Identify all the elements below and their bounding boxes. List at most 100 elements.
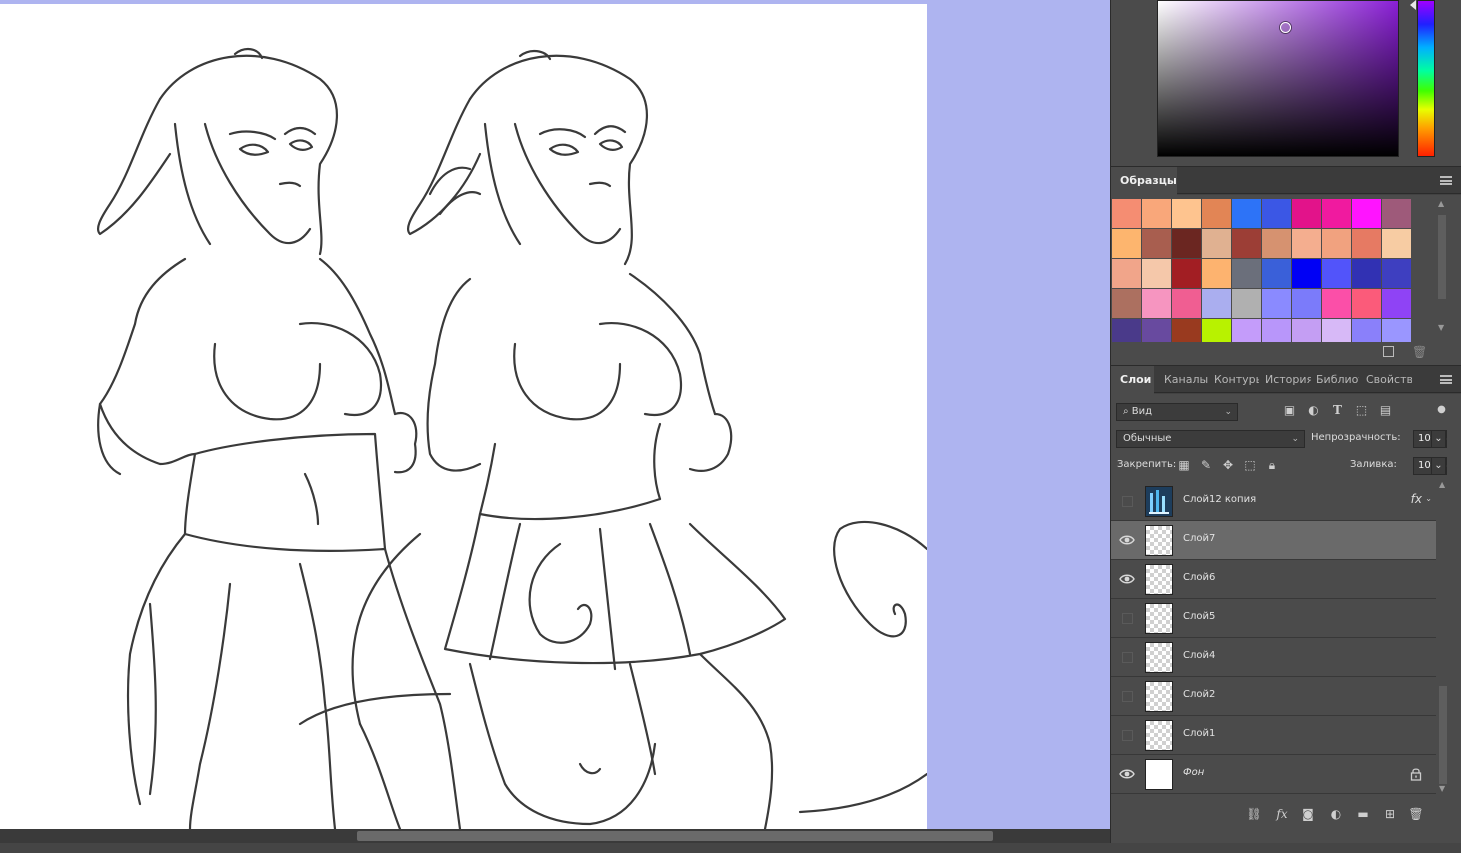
color-swatch[interactable] <box>1202 289 1231 318</box>
type-filter-icon[interactable]: T <box>1331 404 1344 416</box>
color-swatch[interactable] <box>1352 259 1381 288</box>
new-swatch-icon[interactable] <box>1383 346 1394 357</box>
chevron-down-icon[interactable]: ⌄ <box>1425 494 1432 503</box>
fx-icon[interactable]: fx <box>1274 806 1290 822</box>
smart-object-filter-icon[interactable]: ▤ <box>1379 404 1392 416</box>
adjustment-layer-icon[interactable]: ◐ <box>1328 806 1344 822</box>
blend-mode-select[interactable]: Обычные ⌄ <box>1116 430 1305 448</box>
color-swatch[interactable] <box>1382 229 1411 258</box>
color-swatch[interactable] <box>1352 229 1381 258</box>
color-swatch[interactable] <box>1292 319 1321 342</box>
eye-icon[interactable] <box>1119 767 1135 781</box>
color-swatch[interactable] <box>1232 319 1261 342</box>
color-swatch[interactable] <box>1172 319 1201 342</box>
layer-row[interactable]: Слой2 <box>1111 677 1436 716</box>
tab-layers[interactable]: Слои <box>1111 366 1154 394</box>
color-swatch[interactable] <box>1172 259 1201 288</box>
color-swatch[interactable] <box>1172 289 1201 318</box>
color-swatch[interactable] <box>1292 289 1321 318</box>
color-swatch[interactable] <box>1322 229 1351 258</box>
lock-position-icon[interactable]: ✥ <box>1221 458 1235 472</box>
visibility-toggle[interactable] <box>1119 689 1135 703</box>
eye-icon[interactable] <box>1119 533 1135 547</box>
color-swatch[interactable] <box>1262 259 1291 288</box>
tab-history[interactable]: История <box>1261 366 1311 394</box>
color-swatch[interactable] <box>1292 229 1321 258</box>
layer-row[interactable]: Слой12 копия fx ⌄ <box>1111 482 1436 521</box>
color-swatch[interactable] <box>1202 229 1231 258</box>
document-canvas[interactable] <box>0 4 927 829</box>
color-swatch[interactable] <box>1322 259 1351 288</box>
new-group-icon[interactable]: ▬ <box>1355 806 1371 822</box>
visibility-toggle[interactable] <box>1119 650 1135 664</box>
color-marker[interactable] <box>1280 22 1291 33</box>
color-swatch[interactable] <box>1142 229 1171 258</box>
image-filter-icon[interactable]: ▣ <box>1283 404 1296 416</box>
lock-transparency-icon[interactable]: ▦ <box>1177 458 1191 472</box>
color-swatch[interactable] <box>1262 199 1291 228</box>
color-swatch[interactable] <box>1202 259 1231 288</box>
layer-effects-icon[interactable]: fx <box>1411 492 1422 506</box>
color-swatch[interactable] <box>1112 229 1141 258</box>
layer-row[interactable]: Фон <box>1111 755 1436 794</box>
scroll-down-icon[interactable]: ▼ <box>1439 784 1445 793</box>
lock-artboard-icon[interactable]: ⬚ <box>1243 458 1257 472</box>
scrollbar-thumb[interactable] <box>1438 215 1446 299</box>
hue-slider[interactable] <box>1417 0 1435 157</box>
filter-toggle-icon[interactable]: ● <box>1435 404 1448 416</box>
color-swatch[interactable] <box>1202 319 1231 342</box>
visibility-toggle[interactable] <box>1119 728 1135 742</box>
swatches-scrollbar[interactable]: ▲ ▼ <box>1438 199 1446 333</box>
scroll-down-icon[interactable]: ▼ <box>1438 323 1444 332</box>
layer-row[interactable]: Слой1 <box>1111 716 1436 755</box>
color-swatch[interactable] <box>1142 259 1171 288</box>
add-mask-icon[interactable]: ◙ <box>1300 806 1316 822</box>
color-swatch[interactable] <box>1112 259 1141 288</box>
delete-layer-icon[interactable]: 🗑 <box>1408 806 1424 822</box>
color-swatch[interactable] <box>1382 289 1411 318</box>
scrollbar-thumb[interactable] <box>357 831 993 841</box>
color-swatch[interactable] <box>1262 289 1291 318</box>
color-swatch[interactable] <box>1292 199 1321 228</box>
tab-properties[interactable]: Свойства <box>1362 366 1412 394</box>
saturation-brightness-field[interactable] <box>1157 0 1399 157</box>
color-swatch[interactable] <box>1172 199 1201 228</box>
color-swatch[interactable] <box>1232 259 1261 288</box>
color-swatch[interactable] <box>1382 259 1411 288</box>
color-swatch[interactable] <box>1352 289 1381 318</box>
layer-row[interactable]: Слой5 <box>1111 599 1436 638</box>
tab-paths[interactable]: Контуры <box>1210 366 1259 394</box>
adjustment-filter-icon[interactable]: ◐ <box>1307 404 1320 416</box>
shape-filter-icon[interactable]: ⬚ <box>1355 404 1368 416</box>
layer-row[interactable]: Слой7 <box>1111 521 1436 560</box>
tab-channels[interactable]: Каналы <box>1160 366 1208 394</box>
color-swatch[interactable] <box>1142 199 1171 228</box>
lock-pixels-icon[interactable]: ✎ <box>1199 458 1213 472</box>
color-swatch[interactable] <box>1232 199 1261 228</box>
color-swatch[interactable] <box>1262 229 1291 258</box>
layer-filter-select[interactable]: ⌕ Вид ⌄ <box>1116 403 1238 421</box>
color-swatch[interactable] <box>1232 289 1261 318</box>
link-layers-icon[interactable]: ⛓ <box>1246 806 1262 822</box>
color-swatch[interactable] <box>1262 319 1291 342</box>
color-swatch[interactable] <box>1112 289 1141 318</box>
new-layer-icon[interactable]: ⊞ <box>1382 806 1398 822</box>
layer-row[interactable]: Слой6 <box>1111 560 1436 599</box>
color-swatch[interactable] <box>1172 229 1201 258</box>
fill-dropdown-icon[interactable]: ⌄ <box>1431 457 1446 475</box>
tab-libraries[interactable]: Библиот <box>1312 366 1359 394</box>
color-swatch[interactable] <box>1112 319 1141 342</box>
color-swatch[interactable] <box>1352 319 1381 342</box>
hue-indicator-icon[interactable] <box>1410 0 1416 10</box>
color-swatch[interactable] <box>1382 199 1411 228</box>
eye-icon[interactable] <box>1119 572 1135 586</box>
visibility-toggle[interactable] <box>1119 611 1135 625</box>
color-swatch[interactable] <box>1202 199 1231 228</box>
color-swatch[interactable] <box>1382 319 1411 342</box>
scroll-up-icon[interactable]: ▲ <box>1439 480 1445 489</box>
color-swatch[interactable] <box>1232 229 1261 258</box>
color-swatch[interactable] <box>1322 289 1351 318</box>
layer-row[interactable]: Слой4 <box>1111 638 1436 677</box>
visibility-toggle[interactable] <box>1119 494 1135 508</box>
color-swatch[interactable] <box>1112 199 1141 228</box>
